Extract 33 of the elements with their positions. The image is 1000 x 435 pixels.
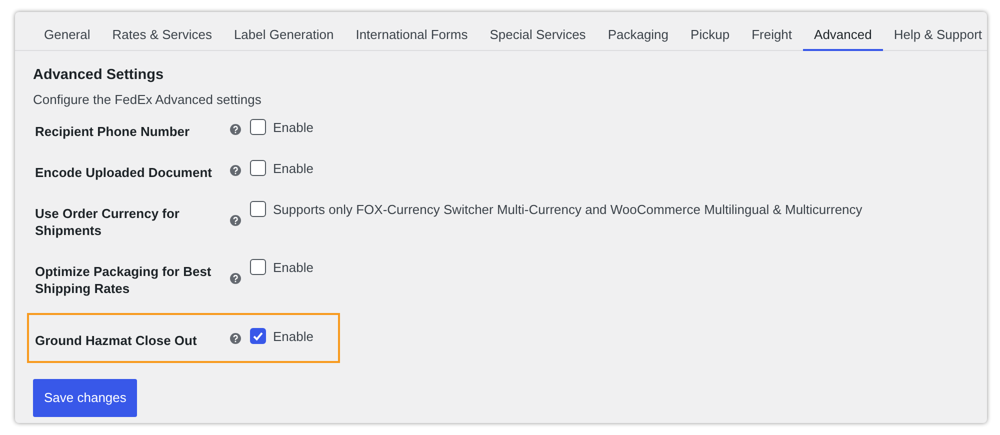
help-icon[interactable] bbox=[230, 124, 241, 135]
tab[interactable]: General bbox=[33, 12, 102, 51]
setting-label: Ground Hazmat Close Out bbox=[35, 332, 198, 349]
checkbox[interactable] bbox=[250, 259, 266, 275]
checkbox[interactable] bbox=[250, 119, 266, 135]
setting-label: Use Order Currency for Shipments bbox=[35, 205, 180, 239]
checkbox-label: Enable bbox=[273, 119, 314, 136]
tab[interactable]: Advanced bbox=[803, 12, 883, 51]
tab[interactable]: Pickup bbox=[680, 12, 741, 51]
section-heading: Advanced Settings bbox=[33, 66, 165, 85]
help-icon[interactable] bbox=[230, 333, 241, 344]
tab[interactable]: International Forms bbox=[344, 12, 479, 51]
save-button[interactable]: Save changes bbox=[33, 379, 138, 416]
setting-label: Recipient Phone Number bbox=[35, 123, 191, 140]
tab[interactable]: Packaging bbox=[596, 12, 680, 51]
checkbox[interactable] bbox=[250, 328, 266, 344]
tab[interactable]: Label Generation bbox=[222, 12, 345, 51]
tab[interactable]: Special Services bbox=[478, 12, 597, 51]
checkbox-label: Supports only FOX-Currency Switcher Multi-Currency and WooCommerce Multilingual & Multicurrency bbox=[273, 201, 862, 218]
tab[interactable]: Freight bbox=[740, 12, 804, 51]
checkbox-label: Enable bbox=[273, 160, 314, 177]
help-icon[interactable] bbox=[230, 272, 241, 284]
checkbox-label: Enable bbox=[273, 328, 314, 345]
checkbox[interactable] bbox=[250, 201, 266, 217]
section-description: Configure the FedEx Advanced settings bbox=[33, 91, 262, 109]
help-icon[interactable] bbox=[230, 214, 241, 226]
tab[interactable]: Help & Support bbox=[882, 12, 987, 51]
setting-label: Encode Uploaded Document bbox=[35, 164, 213, 181]
checkbox-label: Enable bbox=[273, 259, 314, 276]
setting-label: Optimize Packaging for Best Shipping Rates bbox=[35, 263, 212, 297]
checkbox[interactable] bbox=[250, 160, 266, 176]
help-icon[interactable] bbox=[230, 165, 241, 176]
tab[interactable]: Rates & Services bbox=[101, 12, 223, 51]
